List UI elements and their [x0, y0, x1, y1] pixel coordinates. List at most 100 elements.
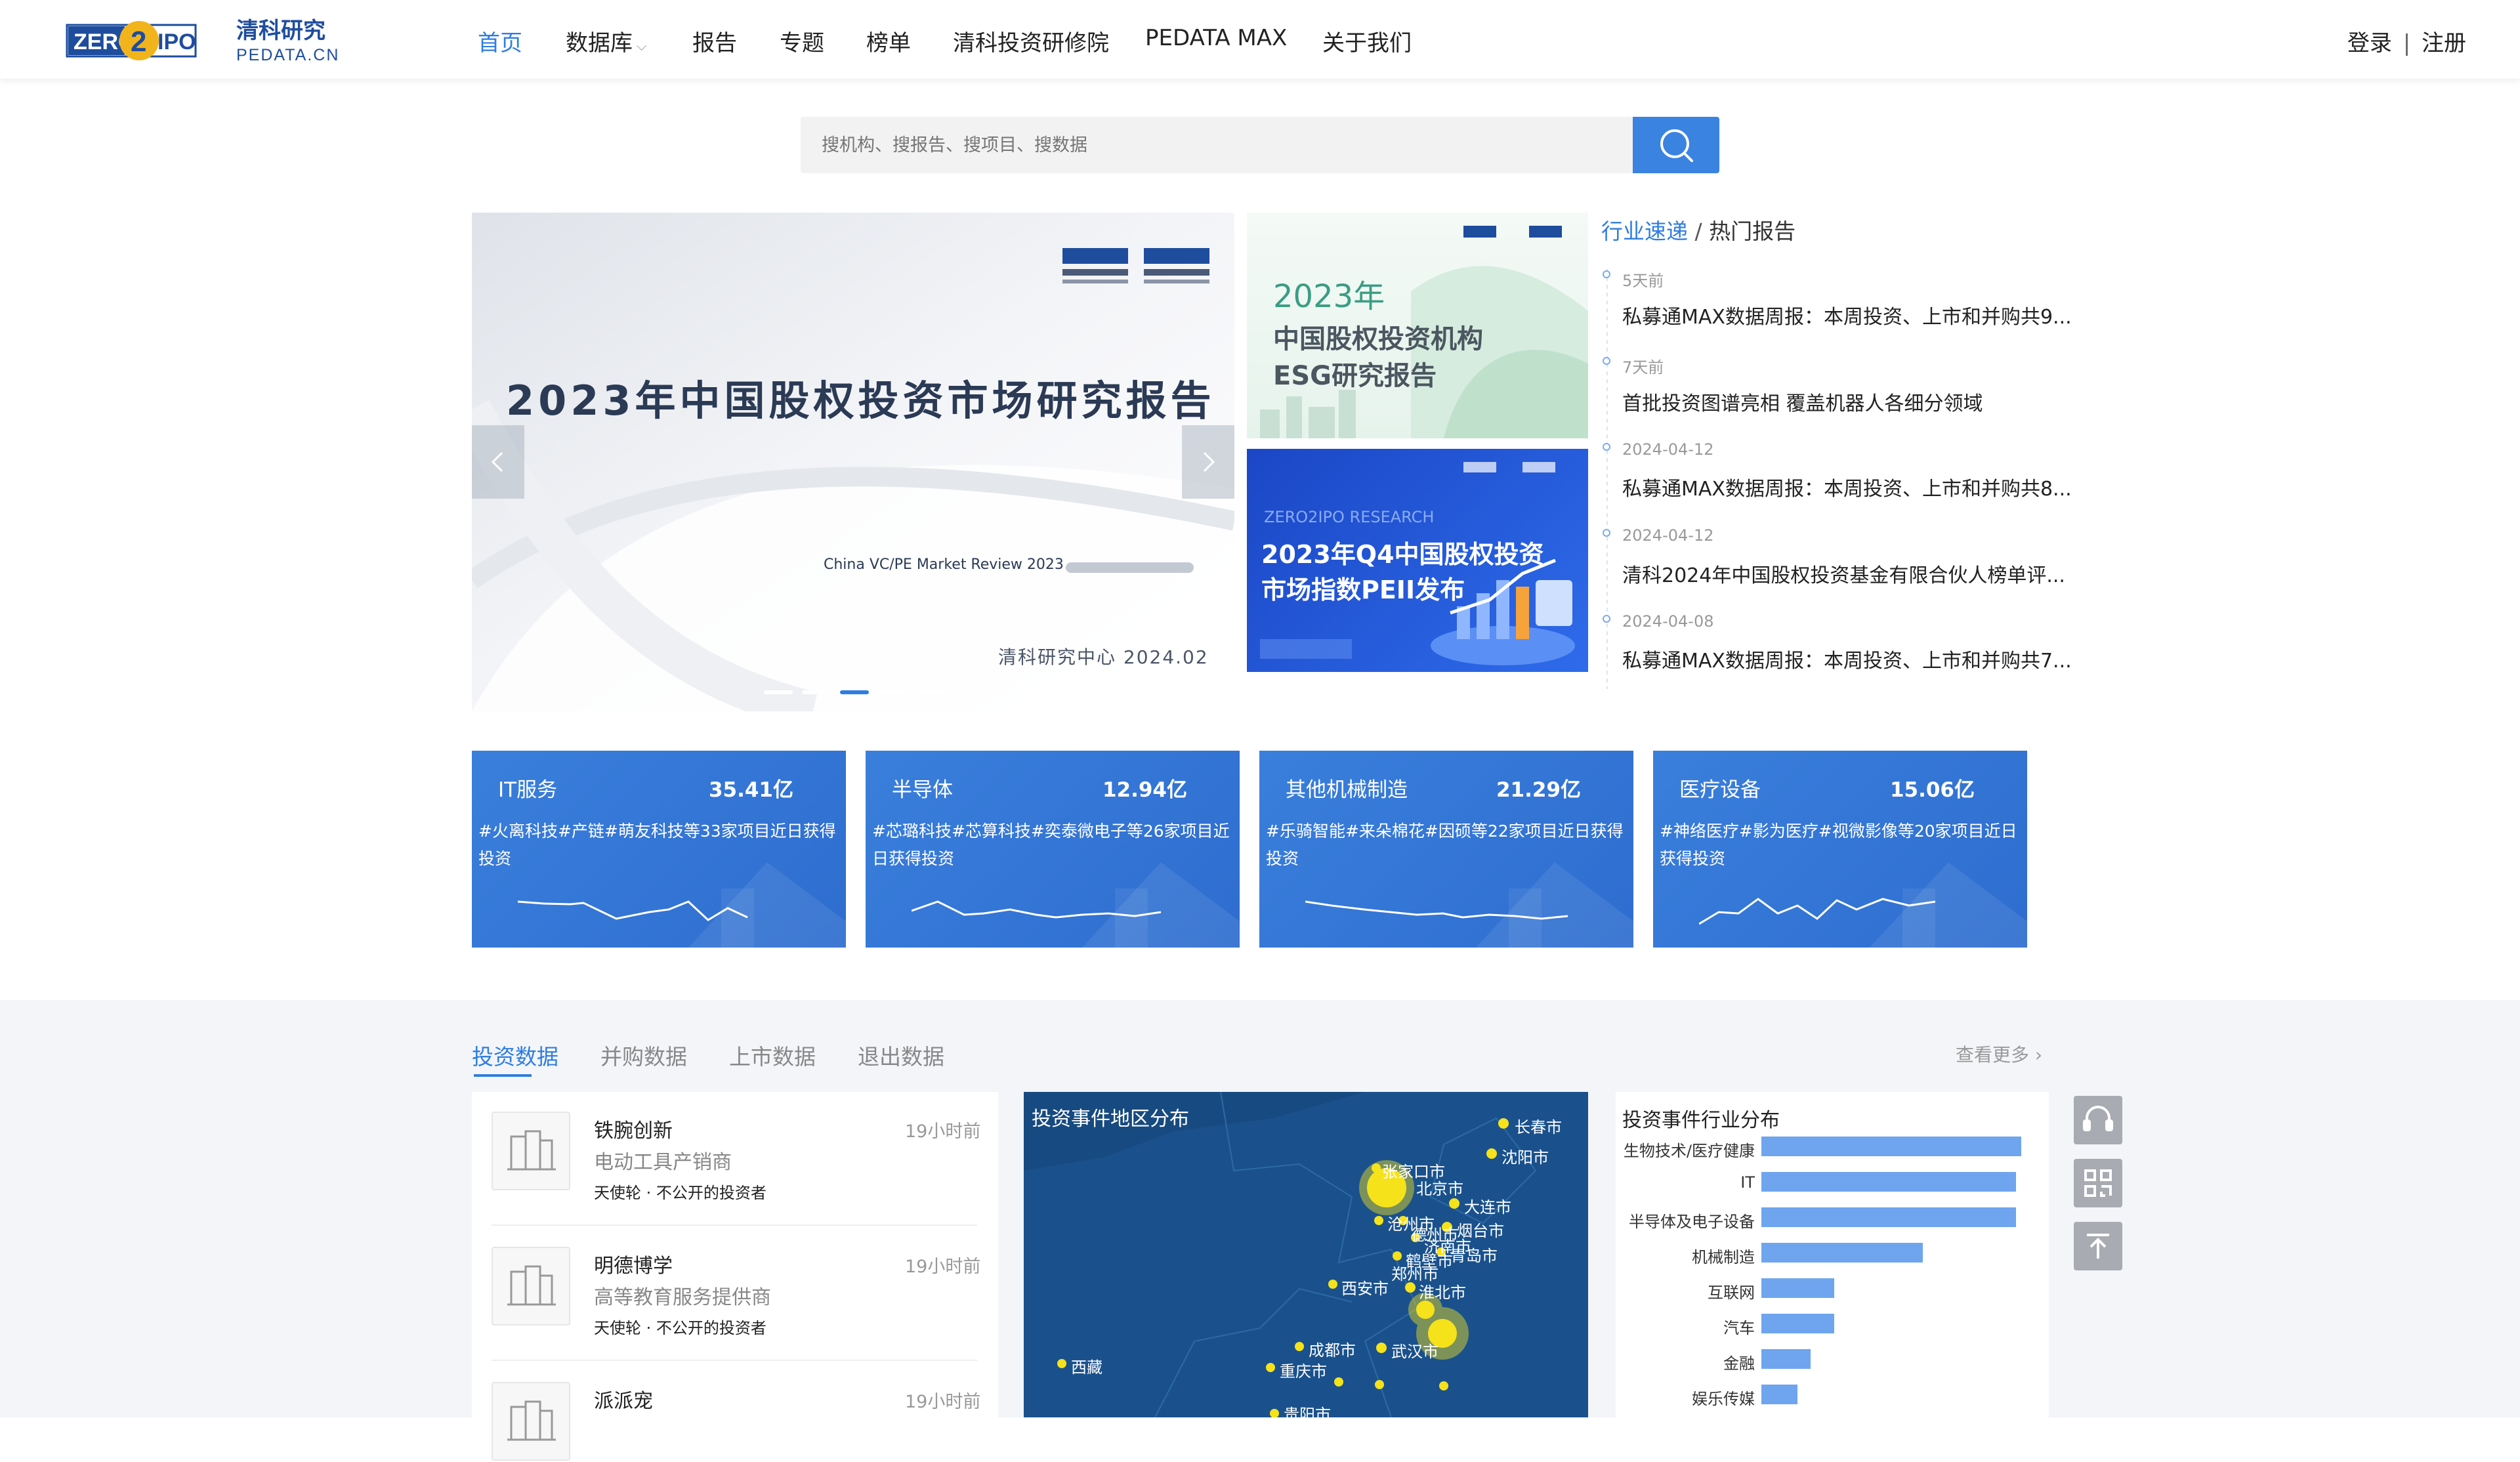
nav-about[interactable]: 关于我们 — [1322, 25, 1412, 57]
city-label: 北京市 — [1416, 1180, 1463, 1198]
deal-round: 天使轮 · 不公开的投资者 — [594, 1319, 766, 1337]
carousel-prev-button[interactable] — [472, 425, 524, 499]
tab-merger-data[interactable]: 并购数据 — [600, 1039, 687, 1071]
bar-label: 金融 — [1723, 1354, 1755, 1373]
chevron-left-icon — [491, 451, 503, 472]
headset-icon — [2083, 1106, 2113, 1131]
chevron-right-icon — [1203, 451, 1215, 472]
bar[interactable] — [1761, 1314, 1834, 1333]
news-item-2[interactable]: 首批投资图谱亮相 覆盖机器人各细分领域 — [1622, 387, 1983, 416]
industry-desc: #芯璐科技#芯算科技#奕泰微电子等26家项目近日获得投资 — [872, 822, 1230, 868]
deal-company-name[interactable]: 铁腕创新 — [594, 1114, 673, 1143]
bar-label: 机械制造 — [1692, 1248, 1755, 1266]
esg-report-card[interactable]: 2023年 中国股权投资机构 ESG研究报告 — [1247, 213, 1588, 438]
industry-card-medical-devices[interactable]: 医疗设备 15.06亿 #神络医疗#影为医疗#视微影像等20家项目近日获得投资 — [1653, 751, 2027, 948]
carousel-dot-4[interactable] — [878, 690, 907, 694]
timeline-dot — [1603, 529, 1610, 537]
arrow-up-icon — [2087, 1234, 2109, 1259]
timeline-dot — [1603, 443, 1610, 451]
building-icon — [507, 1265, 556, 1306]
qr-code-button[interactable] — [2074, 1159, 2122, 1207]
auth-divider: | — [2403, 30, 2411, 56]
city-label: 大连市 — [1464, 1198, 1511, 1217]
customer-service-button[interactable] — [2074, 1096, 2122, 1144]
city-label: 长春市 — [1515, 1118, 1562, 1137]
search-button[interactable] — [1633, 117, 1719, 173]
search-icon — [1660, 129, 1693, 162]
banner-carousel[interactable]: 2023年中国股权投资市场研究报告 China VC/PE Market Rev… — [472, 213, 1234, 711]
carousel-next-button[interactable] — [1182, 425, 1234, 499]
register-link[interactable]: 注册 — [2422, 30, 2466, 56]
banner-logos — [1062, 248, 1209, 283]
peii-index-card[interactable]: ZERO2IPO RESEARCH 2023年Q4中国股权投资 市场指数PEII… — [1247, 449, 1588, 672]
banner-headline: 2023年中国股权投资市场研究报告 — [506, 377, 1215, 425]
deal-company-name[interactable]: 派派宠 — [594, 1385, 653, 1413]
bar[interactable] — [1761, 1349, 1811, 1369]
zero2ipo-logo[interactable]: ZERO 2 IPO 清科研究 PEDATA.CN — [66, 14, 348, 64]
nav-institute[interactable]: 清科投资研修院 — [953, 25, 1109, 57]
timeline-dot — [1603, 615, 1610, 623]
company-logo — [492, 1382, 570, 1461]
nav-pedata-max[interactable]: PEDATA MAX — [1145, 25, 1287, 51]
deal-list: 铁腕创新 电动工具产销商 天使轮 · 不公开的投资者 19小时前 明德博学 高等… — [472, 1092, 998, 1461]
bar-label: 生物技术/医疗健康 — [1623, 1142, 1755, 1160]
tab-exit-data[interactable]: 退出数据 — [858, 1039, 944, 1071]
industry-desc: #乐骑智能#来朵棉花#因硕等22家项目近日获得投资 — [1266, 822, 1624, 868]
city-label: 西安市 — [1341, 1280, 1389, 1298]
banner-subtitle: China VC/PE Market Review 2023 — [824, 556, 1064, 573]
bar[interactable] — [1761, 1207, 2016, 1227]
industry-card-semiconductor[interactable]: 半导体 12.94亿 #芯璐科技#芯算科技#奕泰微电子等26家项目近日获得投资 — [866, 751, 1240, 948]
carousel-dot-5[interactable] — [916, 690, 945, 694]
bar[interactable] — [1761, 1385, 1797, 1404]
nav-home[interactable]: 首页 — [478, 25, 522, 57]
nav-database-label: 数据库 — [566, 30, 633, 56]
tab-ipo-data[interactable]: 上市数据 — [729, 1039, 816, 1071]
search-input[interactable] — [820, 131, 1597, 159]
news-date: 2024-04-12 — [1622, 526, 1714, 545]
company-logo — [492, 1112, 570, 1190]
nav-reports[interactable]: 报告 — [692, 25, 737, 57]
view-more-link[interactable]: 查看更多 › — [1956, 1041, 2042, 1067]
bar[interactable] — [1761, 1278, 1834, 1298]
company-logo — [492, 1247, 570, 1326]
login-link[interactable]: 登录 — [2347, 30, 2392, 56]
svg-text:PEDATA.CN: PEDATA.CN — [236, 46, 339, 64]
nav-topics[interactable]: 专题 — [780, 25, 824, 57]
industry-amount: 12.94亿 — [1102, 778, 1187, 802]
map-title: 投资事件地区分布 — [1032, 1108, 1189, 1131]
carousel-dot-3[interactable] — [840, 690, 869, 694]
esg-card-year: 2023年 — [1273, 278, 1385, 315]
tab-investment-data[interactable]: 投资数据 — [472, 1039, 558, 1071]
nav-database[interactable]: 数据库 ⌵ — [566, 25, 646, 57]
news-item-1[interactable]: 私募通MAX数据周报：本周投资、上市和并购共9... — [1622, 301, 2072, 329]
bar-label: 汽车 — [1723, 1319, 1755, 1337]
industry-name: 其他机械制造 — [1286, 778, 1408, 802]
nav-rankings[interactable]: 榜单 — [866, 25, 911, 57]
svg-text:2: 2 — [131, 26, 146, 58]
carousel-dot-1[interactable] — [764, 690, 793, 694]
news-item-4[interactable]: 清科2024年中国股权投资基金有限合伙人榜单评... — [1622, 559, 2065, 588]
bar[interactable] — [1761, 1243, 1923, 1263]
deal-company-name[interactable]: 明德博学 — [594, 1249, 673, 1278]
city-label: 重庆市 — [1280, 1362, 1327, 1381]
region-distribution-map[interactable]: 投资事件地区分布 长春市 沈阳市 张家口市 北京市 大连市 烟台市 沧州市 德州… — [1024, 1092, 1588, 1417]
news-item-3[interactable]: 私募通MAX数据周报：本周投资、上市和并购共8... — [1622, 472, 2072, 501]
bar[interactable] — [1761, 1172, 2016, 1192]
bar[interactable] — [1761, 1137, 2021, 1156]
tab-hot-reports[interactable]: 热门报告 — [1709, 219, 1796, 244]
industry-desc: #火离科技#产链#萌友科技等33家项目近日获得投资 — [478, 822, 836, 868]
divider — [492, 1224, 977, 1226]
industry-amount: 35.41亿 — [708, 778, 793, 802]
back-to-top-button[interactable] — [2074, 1222, 2122, 1270]
deal-company-desc: 电动工具产销商 — [594, 1151, 732, 1174]
chevron-down-icon: ⌵ — [637, 38, 647, 54]
industry-card-it-services[interactable]: IT服务 35.41亿 #火离科技#产链#萌友科技等33家项目近日获得投资 — [472, 751, 846, 948]
carousel-dot-2[interactable] — [802, 690, 831, 694]
timeline-dot — [1603, 270, 1610, 278]
tab-industry-news[interactable]: 行业速递 — [1601, 219, 1688, 244]
industry-card-machinery[interactable]: 其他机械制造 21.29亿 #乐骑智能#来朵棉花#因硕等22家项目近日获得投资 — [1259, 751, 1633, 948]
sparkline — [518, 900, 748, 921]
industry-amount: 21.29亿 — [1496, 778, 1581, 802]
industry-name: 医疗设备 — [1679, 778, 1761, 802]
news-item-5[interactable]: 私募通MAX数据周报：本周投资、上市和并购共7... — [1622, 644, 2072, 673]
